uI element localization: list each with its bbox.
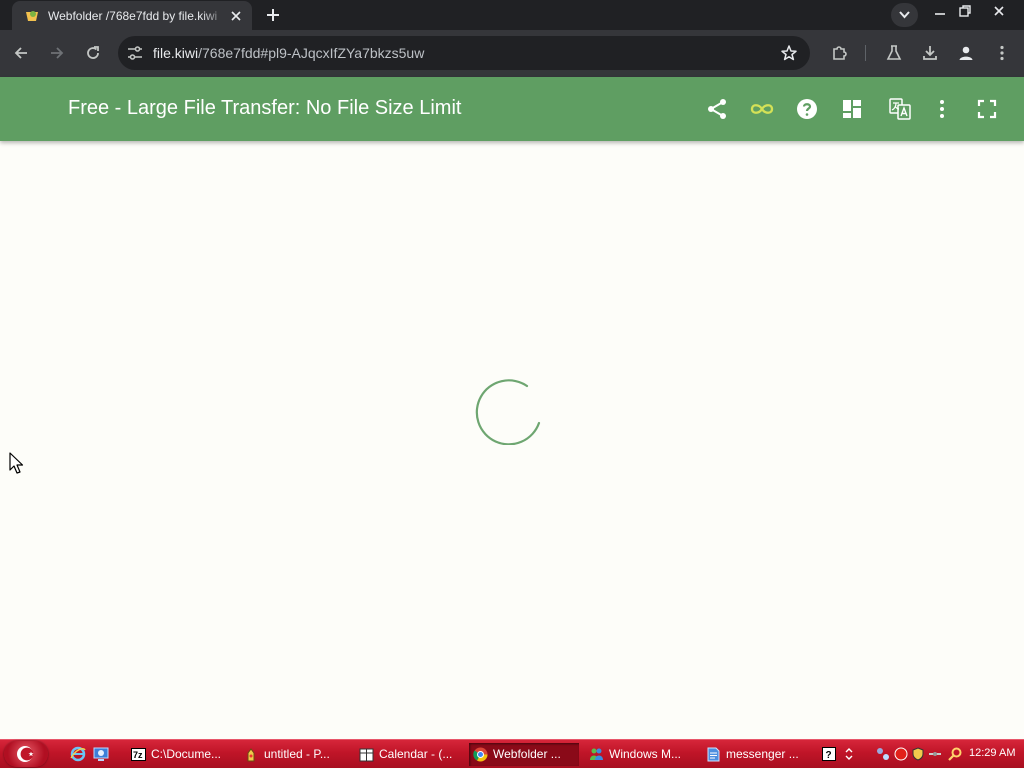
taskbar-button[interactable]: 7z C:\Docume... bbox=[127, 743, 233, 766]
reload-button[interactable] bbox=[82, 42, 104, 64]
new-tab-plus-icon[interactable] bbox=[264, 6, 282, 24]
tab-title: Webfolder /768e7fdd by file.kiwi bbox=[48, 9, 218, 23]
dashboard-icon bbox=[843, 100, 861, 118]
arrow-back-icon bbox=[14, 47, 27, 59]
messenger-icon bbox=[589, 747, 604, 762]
shield-icon[interactable] bbox=[911, 747, 925, 761]
taskbar-button[interactable]: Calendar - (... bbox=[355, 743, 461, 766]
svg-text:7z: 7z bbox=[133, 750, 143, 760]
kiwi-favicon-icon bbox=[24, 8, 40, 24]
more-vert-icon bbox=[940, 100, 944, 118]
dashboard-button[interactable] bbox=[840, 97, 864, 121]
clock[interactable]: 12:29 AM bbox=[969, 747, 1015, 759]
browser-toolbar: file.kiwi/768e7fdd#pl9-AJqcxIfZYa7bkzs5u… bbox=[0, 30, 1024, 77]
url-host: file.kiwi bbox=[153, 45, 199, 61]
taskbar-button[interactable]: messenger ... bbox=[702, 743, 810, 766]
internet-explorer-icon[interactable] bbox=[70, 746, 86, 762]
extensions-button[interactable] bbox=[829, 42, 851, 64]
chrome-icon bbox=[473, 747, 488, 762]
share-button[interactable] bbox=[705, 97, 729, 121]
mouse-pointer-icon bbox=[9, 452, 25, 476]
taskbar-button-label: messenger ... bbox=[726, 747, 799, 761]
tab-search-button[interactable] bbox=[891, 3, 918, 27]
start-button[interactable] bbox=[4, 741, 48, 767]
taskbar-button-label: Calendar - (... bbox=[379, 747, 453, 761]
show-desktop-icon[interactable] bbox=[93, 746, 109, 762]
more-vert-icon bbox=[1000, 45, 1004, 61]
arrow-forward-icon bbox=[51, 47, 64, 59]
taskbar-button-label: Windows M... bbox=[609, 747, 682, 761]
taskbar: 7z C:\Docume... untitled - P... Calendar… bbox=[0, 739, 1024, 768]
back-button[interactable] bbox=[10, 42, 32, 64]
downloads-button[interactable] bbox=[919, 42, 941, 64]
person-icon bbox=[959, 46, 973, 60]
flask-icon bbox=[886, 45, 902, 60]
taskbar-button[interactable]: Windows M... bbox=[585, 743, 693, 766]
taskbar-button-label: C:\Docume... bbox=[151, 747, 222, 761]
minimize-icon bbox=[935, 13, 945, 15]
infinity-icon bbox=[750, 104, 774, 114]
7zip-icon: 7z bbox=[131, 747, 146, 762]
connection-icon[interactable] bbox=[928, 747, 942, 761]
app-header: Free - Large File Transfer: No File Size… bbox=[0, 77, 1024, 141]
loading-spinner-icon bbox=[471, 369, 547, 445]
share-icon bbox=[708, 99, 726, 119]
search-icon[interactable] bbox=[948, 747, 962, 761]
chevron-up-down-icon[interactable] bbox=[844, 747, 854, 761]
system-tray: 12:29 AM bbox=[868, 740, 1024, 769]
network-icon[interactable] bbox=[876, 747, 890, 761]
puzzle-icon bbox=[833, 46, 847, 60]
window-close-icon bbox=[994, 6, 1004, 16]
taskbar-button[interactable]: Webfolder ... bbox=[469, 743, 579, 766]
help-icon[interactable]: ? bbox=[822, 747, 836, 761]
page-title: Free - Large File Transfer: No File Size… bbox=[68, 97, 462, 119]
fullscreen-button[interactable] bbox=[975, 97, 999, 121]
restore-button[interactable] bbox=[950, 0, 980, 22]
star-icon[interactable] bbox=[780, 44, 798, 62]
menu-button[interactable] bbox=[991, 42, 1013, 64]
download-icon bbox=[923, 46, 937, 60]
tab-strip: Webfolder /768e7fdd by file.kiwi bbox=[0, 0, 1024, 30]
antivirus-icon[interactable] bbox=[894, 747, 908, 761]
profile-button[interactable] bbox=[955, 42, 977, 64]
url-text[interactable]: file.kiwi/768e7fdd#pl9-AJqcxIfZYa7bkzs5u… bbox=[153, 45, 424, 61]
address-bar[interactable]: file.kiwi/768e7fdd#pl9-AJqcxIfZYa7bkzs5u… bbox=[118, 36, 810, 70]
calendar-icon bbox=[359, 747, 374, 762]
paint-icon bbox=[244, 747, 259, 762]
unlimited-button[interactable] bbox=[749, 97, 774, 121]
translate-icon bbox=[889, 98, 911, 120]
chevron-down-icon bbox=[899, 11, 910, 19]
svg-text:?: ? bbox=[826, 750, 832, 761]
translate-button[interactable] bbox=[888, 97, 912, 121]
taskbar-button[interactable]: untitled - P... bbox=[240, 743, 346, 766]
document-icon bbox=[706, 747, 721, 762]
reload-icon bbox=[87, 46, 99, 59]
close-icon[interactable] bbox=[228, 8, 244, 24]
turkish-flag-icon bbox=[17, 746, 34, 762]
help-button[interactable] bbox=[795, 97, 819, 121]
taskbar-button-label: Webfolder ... bbox=[493, 747, 561, 761]
page-content bbox=[0, 141, 1024, 739]
taskbar-button-label: untitled - P... bbox=[264, 747, 330, 761]
fullscreen-icon bbox=[977, 99, 997, 119]
more-options-button[interactable] bbox=[930, 97, 954, 121]
forward-button[interactable] bbox=[46, 42, 68, 64]
help-icon bbox=[797, 99, 817, 119]
browser-tab[interactable]: Webfolder /768e7fdd by file.kiwi bbox=[12, 1, 252, 30]
toolbar-divider bbox=[865, 45, 866, 61]
url-path: /768e7fdd#pl9-AJqcxIfZYa7bkzs5uw bbox=[198, 45, 425, 61]
site-info-icon[interactable] bbox=[126, 45, 144, 61]
labs-button[interactable] bbox=[883, 42, 905, 64]
restore-icon bbox=[959, 5, 971, 17]
window-close-button[interactable] bbox=[984, 0, 1014, 22]
